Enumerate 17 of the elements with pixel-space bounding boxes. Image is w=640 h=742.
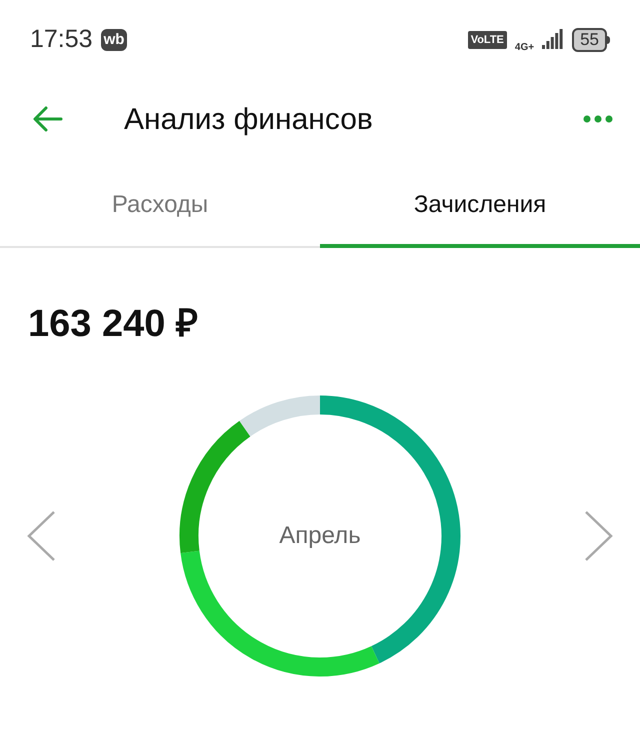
volte-badge: VoLTE xyxy=(468,31,507,49)
month-label: Апрель xyxy=(279,521,361,551)
network-type: 4G+ xyxy=(514,43,534,53)
clock: 17:53 xyxy=(30,24,93,56)
app-badge: wb xyxy=(100,29,128,51)
tab[interactable]: Расходы xyxy=(0,166,320,248)
tab[interactable]: Зачисления xyxy=(320,166,640,248)
signal-icon xyxy=(542,29,564,51)
next-button[interactable] xyxy=(584,510,614,562)
page-title: Анализ финансов xyxy=(124,102,374,138)
previous-button[interactable] xyxy=(26,510,56,562)
battery-indicator: 55 xyxy=(572,28,607,52)
chevron-right-icon xyxy=(584,510,614,562)
chevron-left-icon xyxy=(26,510,56,562)
more-icon xyxy=(583,115,613,123)
total-amount: 163 240 ₽ xyxy=(28,302,199,347)
back-arrow-icon xyxy=(33,106,63,132)
